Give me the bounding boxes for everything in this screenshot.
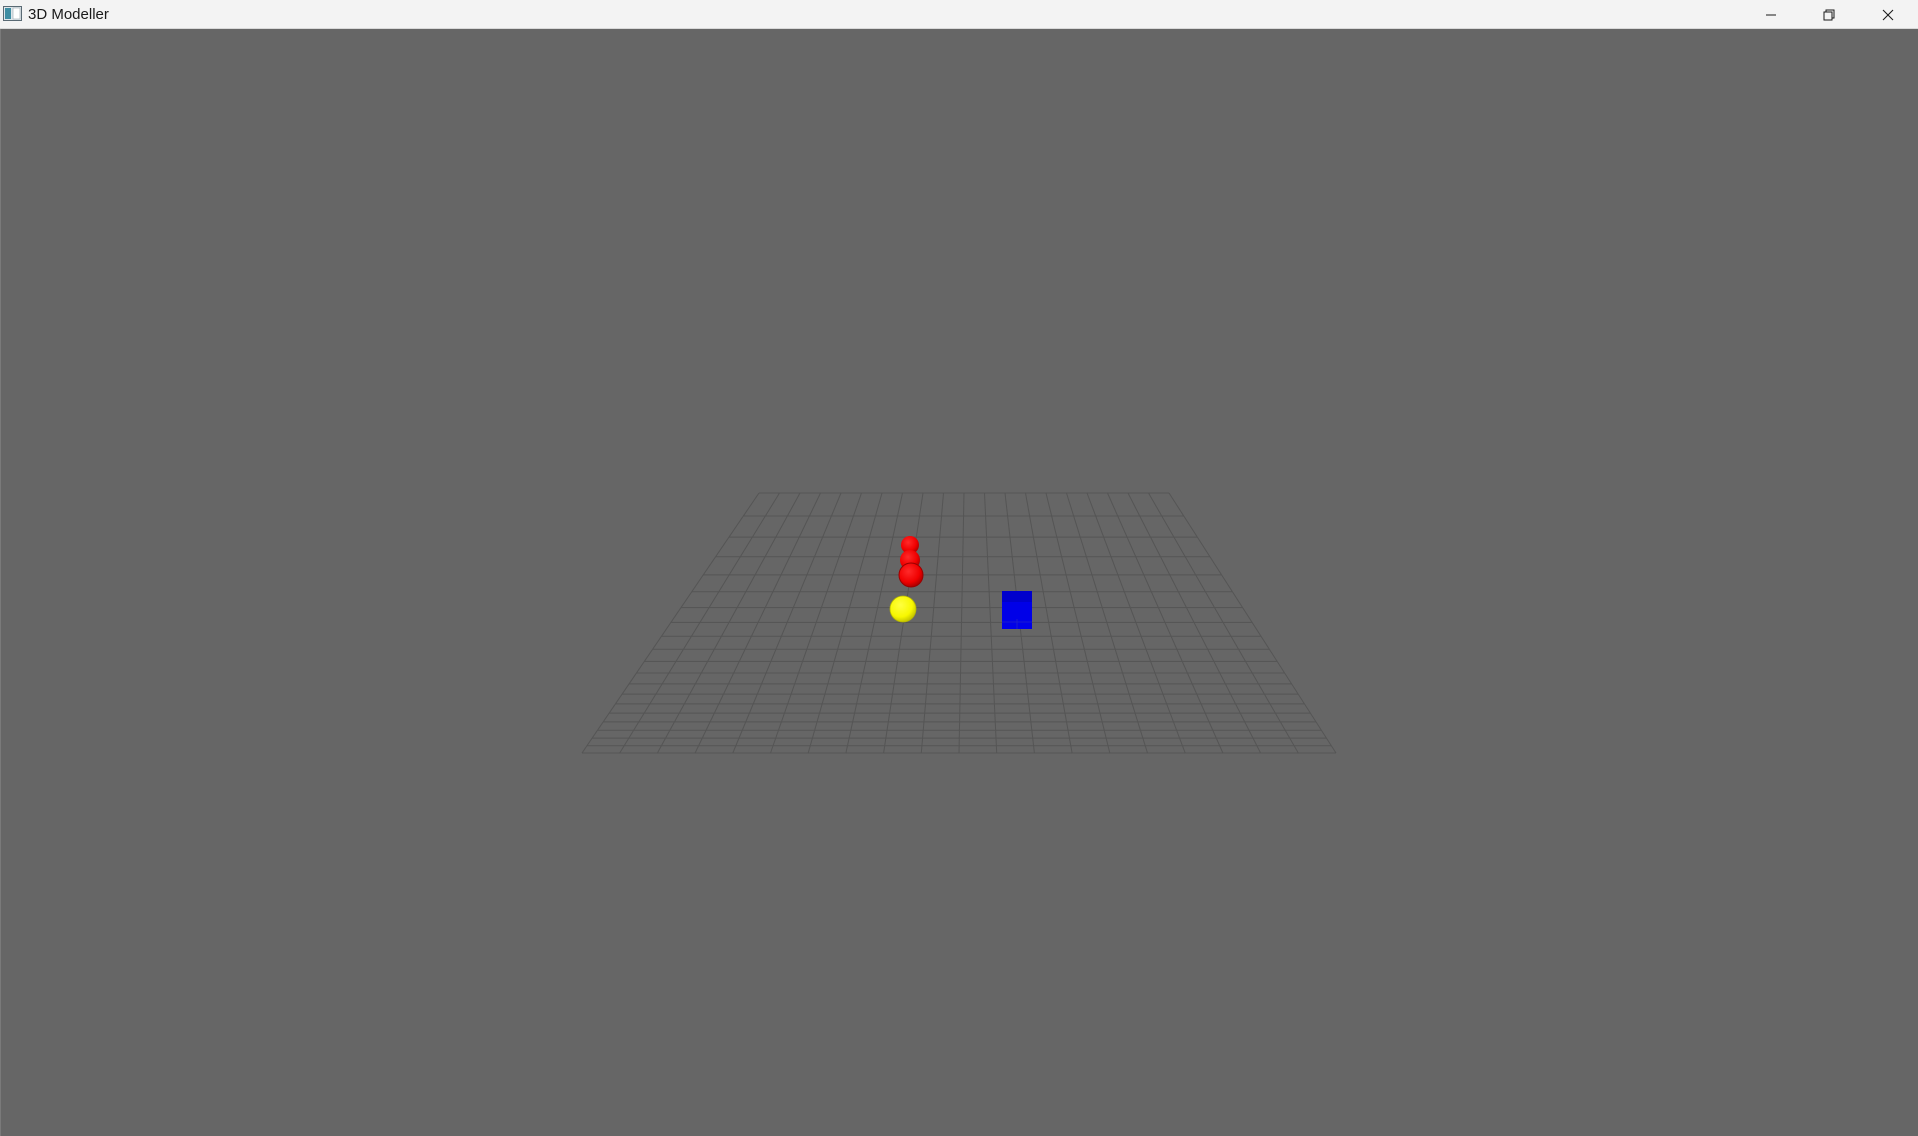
close-icon [1882, 9, 1894, 21]
minimize-button[interactable] [1742, 0, 1800, 29]
restore-icon [1823, 9, 1835, 21]
red-sphere-bottom[interactable] [898, 562, 924, 588]
window-title: 3D Modeller [28, 6, 109, 23]
grid-line-column [883, 492, 924, 754]
grid-line-column [1045, 492, 1111, 754]
yellow-sphere[interactable] [889, 595, 917, 623]
grid-line-column [1066, 492, 1148, 754]
grid-line-column [958, 492, 965, 754]
grid-line-column [1025, 492, 1073, 754]
app-window: 3D Modeller [0, 0, 1918, 1136]
close-button[interactable] [1858, 0, 1918, 29]
grid-line-column [1107, 492, 1224, 754]
grid-line-column [656, 492, 801, 754]
3d-viewport[interactable] [0, 29, 1918, 1136]
grid-line-column [845, 492, 903, 754]
app-icon [3, 6, 23, 22]
blue-cube[interactable] [1002, 591, 1032, 629]
grid-line-column [694, 492, 821, 754]
grid-line-column [581, 492, 760, 754]
minimize-icon [1765, 9, 1777, 21]
grid-line-column [984, 492, 998, 754]
grid-line-column [770, 492, 862, 754]
restore-button[interactable] [1800, 0, 1858, 29]
grid-line-column [920, 492, 944, 754]
grid-line-column [807, 492, 883, 754]
scene-canvas[interactable] [1, 29, 1918, 1136]
scene-objects [889, 536, 1032, 629]
ground-grid [581, 492, 1337, 754]
grid-line-column [732, 492, 842, 754]
grid-line-column [619, 492, 780, 754]
title-bar[interactable]: 3D Modeller [0, 0, 1918, 29]
